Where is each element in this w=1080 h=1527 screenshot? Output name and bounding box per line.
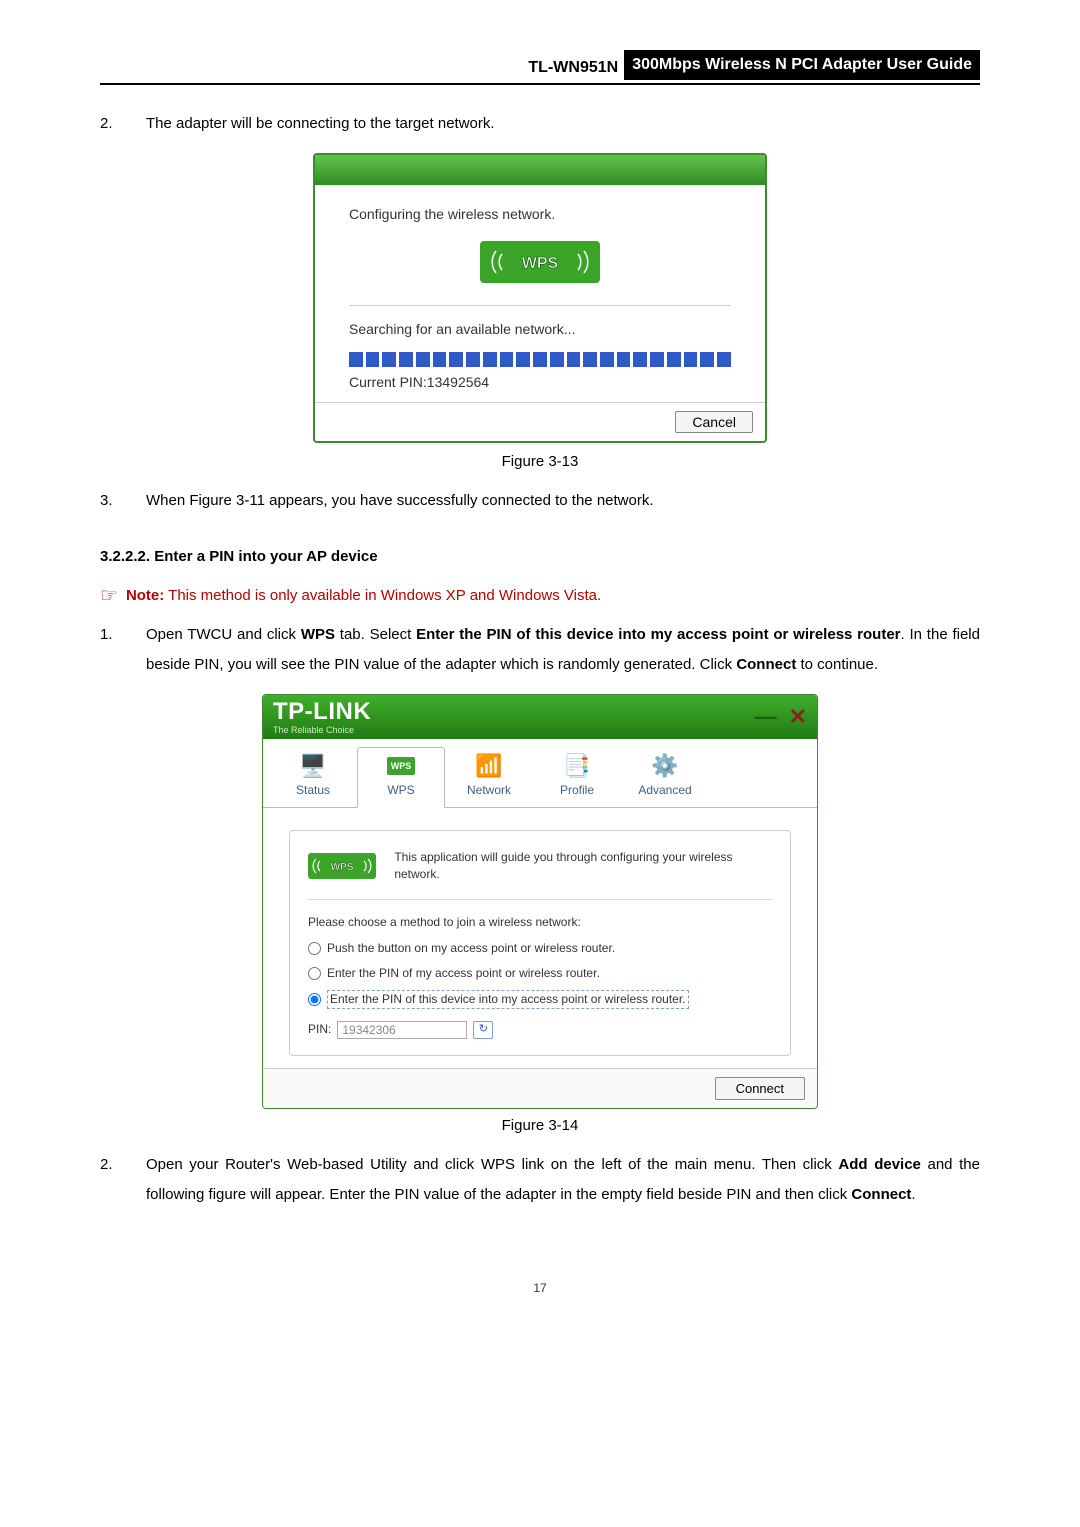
intro-text: This application will guide you through … (394, 849, 772, 883)
pin-label: PIN: (308, 1021, 331, 1038)
option-enter-device-pin[interactable]: Enter the PIN of this device into my acc… (308, 990, 772, 1009)
progress-bar (349, 352, 731, 367)
svg-text:WPS: WPS (522, 255, 559, 272)
wps-small-badge: WPS (308, 853, 376, 879)
monitor-icon: 🖥️ (299, 751, 326, 782)
svg-text:WPS: WPS (331, 862, 354, 873)
note-line: ☞ Note: This method is only available in… (100, 585, 980, 606)
wps-config-dialog: Configuring the wireless network. WPS Se… (313, 153, 767, 443)
text-fragment: Open your Router's Web-based Utility and… (146, 1156, 838, 1173)
minimize-icon[interactable]: — (755, 702, 777, 733)
tab-wps[interactable]: WPS WPS (357, 747, 445, 808)
text-fragment: . (911, 1186, 915, 1203)
dialog-titlebar (315, 155, 765, 185)
text-fragment: tab. Select (335, 626, 416, 643)
wps-tab-icon: WPS (387, 757, 416, 776)
pin-row: PIN: ↻ (308, 1021, 772, 1039)
bold-enter-pin: Enter the PIN of this device into my acc… (416, 626, 900, 643)
cancel-button[interactable]: Cancel (675, 411, 753, 433)
note-label: Note: (126, 587, 164, 604)
list-number: 2. (100, 1150, 113, 1180)
instruction-item-a2: 2. The adapter will be connecting to the… (100, 109, 980, 139)
section-heading: 3.2.2.2. Enter a PIN into your AP device (100, 546, 980, 567)
figure-caption-13: Figure 3-13 (100, 451, 980, 472)
bold-wps: WPS (301, 626, 335, 643)
bold-add-device: Add device (838, 1156, 920, 1173)
wps-logo-badge: WPS (480, 241, 600, 283)
note-body-text: This method is only available in Windows… (168, 587, 601, 604)
window-buttons: — ✕ (755, 702, 807, 733)
configuring-text: Configuring the wireless network. (349, 205, 731, 225)
tab-status[interactable]: 🖥️ Status (269, 748, 357, 807)
brand-block: TP-LINK The Reliable Choice (273, 700, 371, 735)
pointing-hand-icon: ☞ (100, 586, 118, 606)
twcu-window: TP-LINK The Reliable Choice — ✕ 🖥️ Statu… (262, 694, 818, 1109)
pin-input[interactable] (337, 1021, 467, 1039)
tab-advanced[interactable]: ⚙️ Advanced (621, 748, 709, 807)
instruction-item-b1: 1. Open TWCU and click WPS tab. Select E… (100, 620, 980, 680)
radio-push-button[interactable] (308, 942, 321, 955)
connect-button[interactable]: Connect (715, 1077, 805, 1100)
tab-profile[interactable]: 📑 Profile (533, 748, 621, 807)
tab-bar: 🖥️ Status WPS WPS 📶 Network 📑 Profile ⚙️… (263, 739, 817, 808)
guide-title: 300Mbps Wireless N PCI Adapter User Guid… (624, 50, 980, 80)
wps-panel: WPS This application will guide you thro… (289, 830, 791, 1056)
option-label: Enter the PIN of my access point or wire… (327, 965, 600, 982)
model-name: TL-WN951N (528, 57, 618, 80)
doc-header: TL-WN951N 300Mbps Wireless N PCI Adapter… (100, 50, 980, 85)
option-push-button[interactable]: Push the button on my access point or wi… (308, 940, 772, 957)
close-icon[interactable]: ✕ (789, 702, 807, 733)
gear-icon: ⚙️ (651, 751, 678, 782)
instruction-item-b2: 2. Open your Router's Web-based Utility … (100, 1150, 980, 1210)
list-text: The adapter will be connecting to the ta… (146, 115, 495, 132)
instruction-item-a3: 3. When Figure 3-11 appears, you have su… (100, 486, 980, 516)
profile-icon: 📑 (563, 751, 590, 782)
list-number: 1. (100, 620, 113, 650)
option-label: Enter the PIN of this device into my acc… (327, 990, 689, 1009)
list-text: When Figure 3-11 appears, you have succe… (146, 492, 654, 509)
bold-connect: Connect (736, 656, 796, 673)
option-enter-ap-pin[interactable]: Enter the PIN of my access point or wire… (308, 965, 772, 982)
twcu-titlebar: TP-LINK The Reliable Choice — ✕ (263, 695, 817, 739)
figure-caption-14: Figure 3-14 (100, 1115, 980, 1136)
bold-connect: Connect (851, 1186, 911, 1203)
radio-enter-device-pin[interactable] (308, 993, 321, 1006)
refresh-pin-button[interactable]: ↻ (473, 1021, 493, 1039)
tab-network[interactable]: 📶 Network (445, 748, 533, 807)
list-number: 2. (100, 109, 113, 139)
option-label: Push the button on my access point or wi… (327, 940, 615, 957)
refresh-icon: ↻ (479, 1022, 488, 1037)
text-fragment: Open TWCU and click (146, 626, 301, 643)
status-text: Searching for an available network... (349, 320, 731, 340)
brand-tagline: The Reliable Choice (273, 726, 371, 735)
tab-label: Profile (560, 783, 594, 797)
page-number: 17 (100, 1280, 980, 1297)
instruction-list-b: 1. Open TWCU and click WPS tab. Select E… (100, 620, 980, 680)
tab-label: WPS (387, 783, 414, 797)
instruction-list-a-cont: 3. When Figure 3-11 appears, you have su… (100, 486, 980, 516)
tab-label: Network (467, 783, 511, 797)
current-pin-text: Current PIN:13492564 (349, 373, 731, 393)
instruction-list-b-cont: 2. Open your Router's Web-based Utility … (100, 1150, 980, 1210)
tab-label: Advanced (638, 783, 691, 797)
brand-name: TP-LINK (273, 700, 371, 724)
text-fragment: to continue. (796, 656, 878, 673)
instruction-list-a: 2. The adapter will be connecting to the… (100, 109, 980, 139)
chooser-text: Please choose a method to join a wireles… (308, 914, 772, 931)
list-number: 3. (100, 486, 113, 516)
network-icon: 📶 (475, 751, 502, 782)
tab-label: Status (296, 783, 330, 797)
radio-enter-ap-pin[interactable] (308, 967, 321, 980)
